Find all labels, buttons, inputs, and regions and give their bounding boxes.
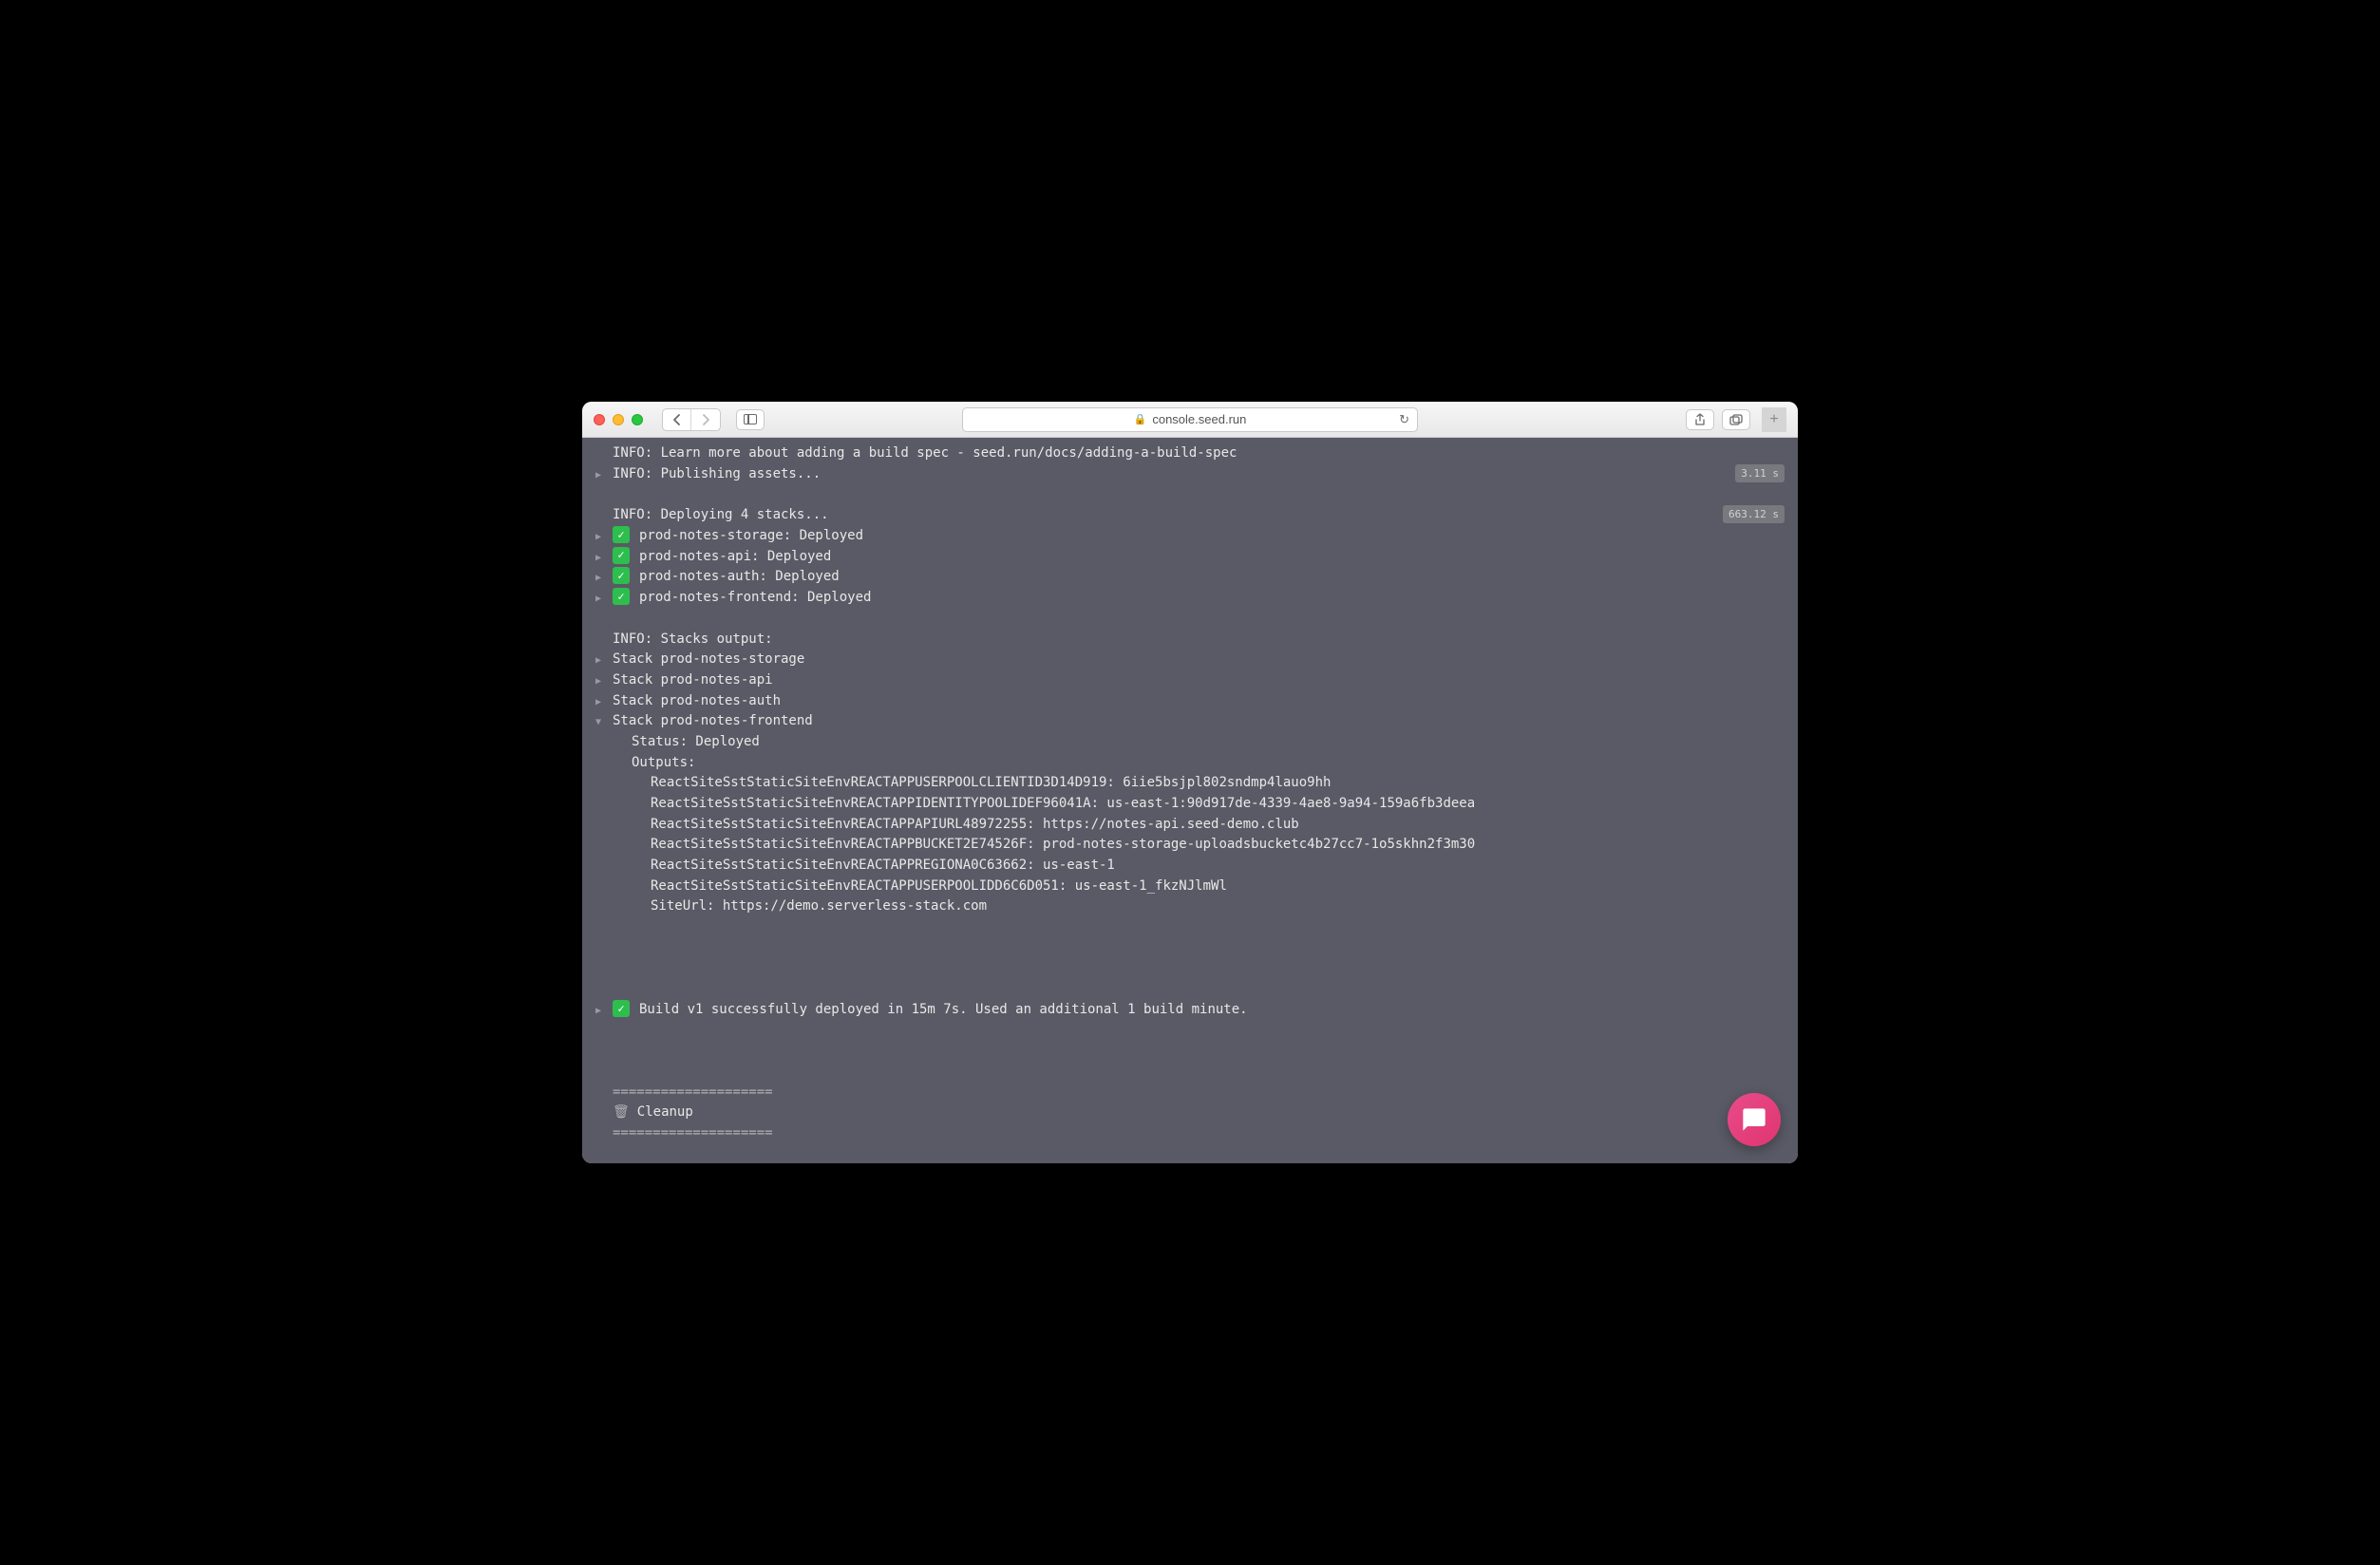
titlebar-right: + (1686, 407, 1786, 432)
expand-caret-icon[interactable]: ▶ (595, 1000, 613, 1019)
log-output-line: ReactSiteSstStaticSiteEnvREACTAPPAPIURL4… (582, 815, 1798, 836)
url-host: console.seed.run (1152, 412, 1246, 426)
log-line: INFO: Stacks output: (582, 630, 1798, 651)
expand-caret-icon[interactable]: ▶ (595, 526, 613, 545)
expand-caret-icon[interactable]: ▶ (595, 547, 613, 566)
close-window-button[interactable] (594, 414, 605, 425)
log-line-collapsible[interactable]: ▶ Stack prod-notes-storage (582, 650, 1798, 670)
log-line: INFO: Deploying 4 stacks... 663.12 s (582, 505, 1798, 526)
collapse-caret-icon[interactable]: ▼ (595, 711, 613, 730)
log-line-blank (582, 917, 1798, 938)
log-output-line: SiteUrl: https://demo.serverless-stack.c… (582, 896, 1798, 917)
browser-window: 🔒 console.seed.run ↻ + INFO: Learn more … (582, 402, 1798, 1162)
expand-caret-icon[interactable]: ▶ (595, 691, 613, 710)
expand-caret-icon[interactable]: ▶ (595, 670, 613, 689)
maximize-window-button[interactable] (632, 414, 643, 425)
log-line-collapsible[interactable]: ▶ Stack prod-notes-api (582, 670, 1798, 691)
titlebar: 🔒 console.seed.run ↻ + (582, 402, 1798, 438)
chat-support-button[interactable] (1728, 1093, 1781, 1146)
log-section-header: 🗑Cleanup (582, 1103, 1798, 1123)
log-line-blank (582, 1062, 1798, 1083)
log-divider: ==================== (582, 1123, 1798, 1144)
window-controls (594, 414, 643, 425)
check-icon: ✓ (613, 526, 630, 543)
forward-button[interactable] (691, 409, 720, 430)
chat-icon (1741, 1106, 1767, 1133)
lock-icon: 🔒 (1134, 413, 1147, 425)
log-output-line: ReactSiteSstStaticSiteEnvREACTAPPUSERPOO… (582, 877, 1798, 897)
log-line: Status: Deployed (582, 732, 1798, 753)
log-line: Outputs: (582, 753, 1798, 774)
reload-button[interactable]: ↻ (1399, 412, 1409, 427)
log-line-collapsible[interactable]: ▶ ✓prod-notes-frontend: Deployed (582, 588, 1798, 609)
expand-caret-icon[interactable]: ▶ (595, 650, 613, 669)
expand-caret-icon[interactable]: ▶ (595, 567, 613, 586)
log-line-collapsible[interactable]: ▶ ✓prod-notes-api: Deployed (582, 547, 1798, 568)
build-log-console: INFO: Learn more about adding a build sp… (582, 438, 1798, 1162)
log-output-line: ReactSiteSstStaticSiteEnvREACTAPPIDENTIT… (582, 794, 1798, 815)
sidebar-toggle-button[interactable] (736, 409, 765, 430)
log-line: INFO: Learn more about adding a build sp… (582, 443, 1798, 464)
nav-buttons (662, 408, 721, 431)
new-tab-button[interactable]: + (1762, 407, 1786, 432)
url-bar[interactable]: 🔒 console.seed.run ↻ (962, 407, 1418, 432)
sidebar-icon (744, 414, 757, 424)
log-line-blank (582, 609, 1798, 630)
back-button[interactable] (663, 409, 691, 430)
expand-caret-icon[interactable]: ▶ (595, 464, 613, 483)
log-output-line: ReactSiteSstStaticSiteEnvREACTAPPUSERPOO… (582, 773, 1798, 794)
log-line-collapsible[interactable]: ▶ ✓Build v1 successfully deployed in 15m… (582, 1000, 1798, 1021)
timing-badge: 3.11 s (1735, 464, 1785, 482)
log-output-line: ReactSiteSstStaticSiteEnvREACTAPPBUCKET2… (582, 835, 1798, 856)
log-line-collapsible[interactable]: ▶ ✓prod-notes-storage: Deployed (582, 526, 1798, 547)
log-line-blank (582, 959, 1798, 980)
expand-caret-icon[interactable]: ▶ (595, 588, 613, 607)
check-icon: ✓ (613, 588, 630, 605)
log-line-blank (582, 979, 1798, 1000)
log-line-expanded[interactable]: ▼ Stack prod-notes-frontend (582, 711, 1798, 732)
log-line-collapsible[interactable]: ▶ INFO: Publishing assets... 3.11 s (582, 464, 1798, 485)
log-line-blank (582, 938, 1798, 959)
log-line-blank (582, 1021, 1798, 1042)
log-line-collapsible[interactable]: ▶ Stack prod-notes-auth (582, 691, 1798, 712)
tabs-button[interactable] (1722, 409, 1750, 430)
log-line-collapsible[interactable]: ▶ ✓prod-notes-auth: Deployed (582, 567, 1798, 588)
log-output-line: ReactSiteSstStaticSiteEnvREACTAPPREGIONA… (582, 856, 1798, 877)
check-icon: ✓ (613, 567, 630, 584)
check-icon: ✓ (613, 1000, 630, 1017)
trash-icon: 🗑 (613, 1103, 630, 1123)
log-line-blank (582, 1041, 1798, 1062)
check-icon: ✓ (613, 547, 630, 564)
share-button[interactable] (1686, 409, 1714, 430)
log-divider: ==================== (582, 1083, 1798, 1103)
timing-badge: 663.12 s (1723, 505, 1785, 523)
minimize-window-button[interactable] (613, 414, 624, 425)
log-line-blank (582, 485, 1798, 506)
